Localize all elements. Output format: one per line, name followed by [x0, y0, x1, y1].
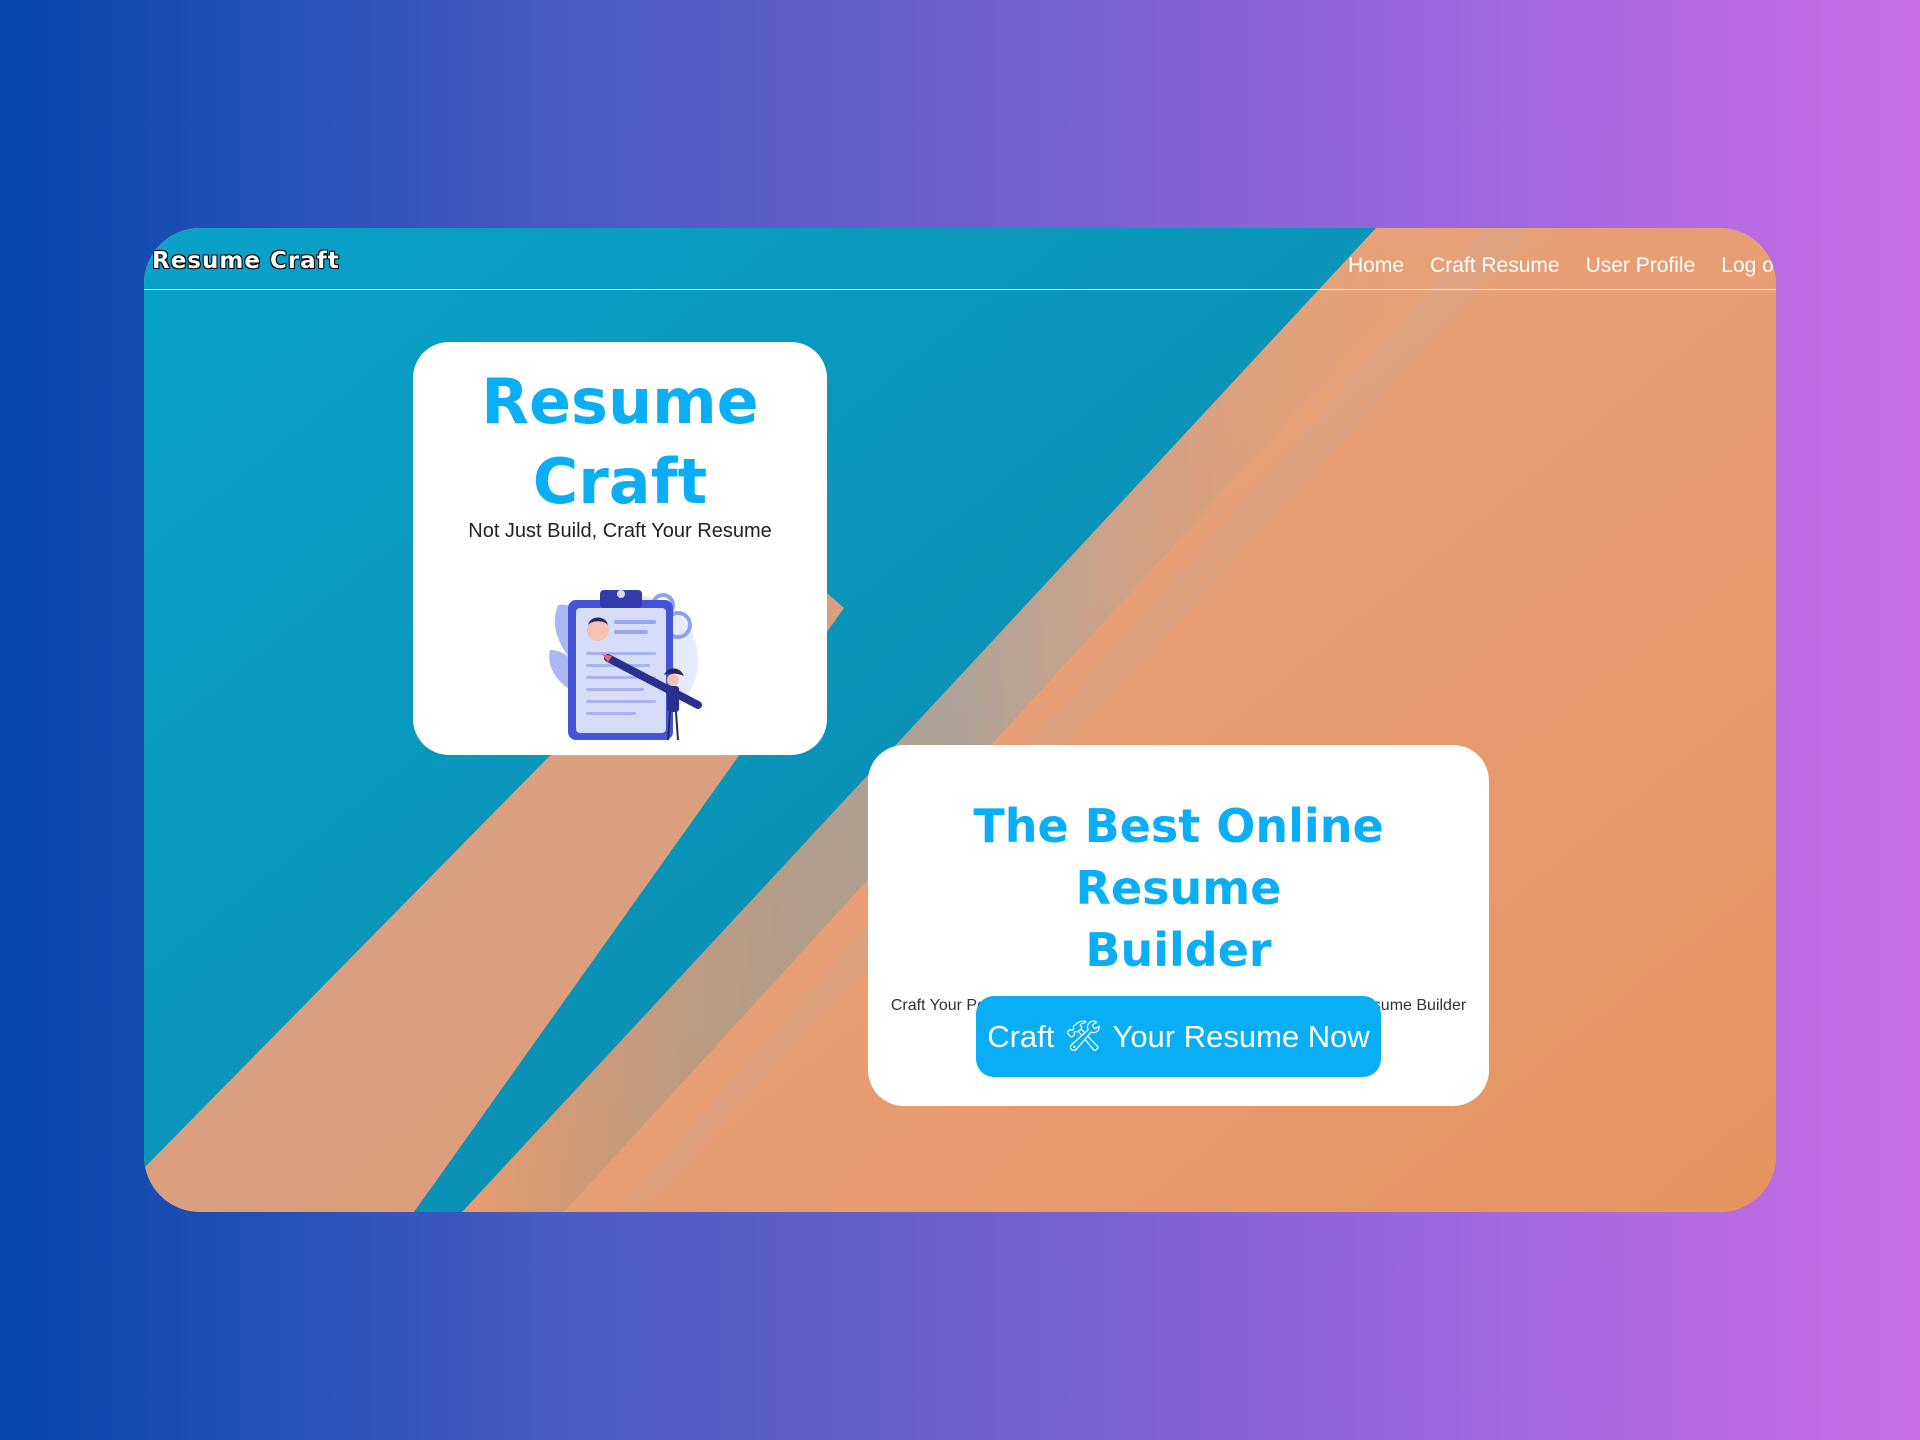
resume-clipboard-illustration-icon: [549, 590, 702, 741]
nav-craft-resume[interactable]: Craft Resume: [1430, 254, 1560, 278]
nav-user-profile[interactable]: User Profile: [1586, 254, 1696, 278]
app-window: Resume Craft Home Craft Resume User Prof…: [144, 228, 1776, 1212]
promo-heading-line1: The Best Online Resume: [973, 799, 1384, 915]
cta-label-before: Craft: [987, 1018, 1055, 1054]
nav-home[interactable]: Home: [1348, 254, 1404, 278]
top-navbar: Resume Craft Home Craft Resume User Prof…: [144, 228, 1776, 290]
brand-logo[interactable]: Resume Craft: [152, 248, 340, 274]
tools-icon: 🛠: [1064, 1020, 1103, 1053]
hero-title-line1: Resume: [481, 365, 759, 438]
hero-title: Resume Craft: [413, 362, 827, 522]
hero-tagline: Not Just Build, Craft Your Resume: [468, 520, 772, 542]
craft-resume-cta-button[interactable]: Craft 🛠 Your Resume Now: [976, 996, 1381, 1077]
promo-heading-line2: Builder: [1085, 923, 1272, 977]
promo-card: The Best Online Resume Builder Craft You…: [868, 745, 1489, 1106]
promo-heading: The Best Online Resume Builder: [868, 795, 1489, 981]
nav-log-out[interactable]: Log out: [1721, 254, 1776, 278]
hero-card: Resume Craft Not Just Build, Craft Your …: [413, 342, 827, 755]
nav-links: Home Craft Resume User Profile Log out: [1348, 254, 1776, 278]
cta-label-after: Your Resume Now: [1112, 1018, 1370, 1054]
hero-title-line2: Craft: [532, 445, 708, 518]
